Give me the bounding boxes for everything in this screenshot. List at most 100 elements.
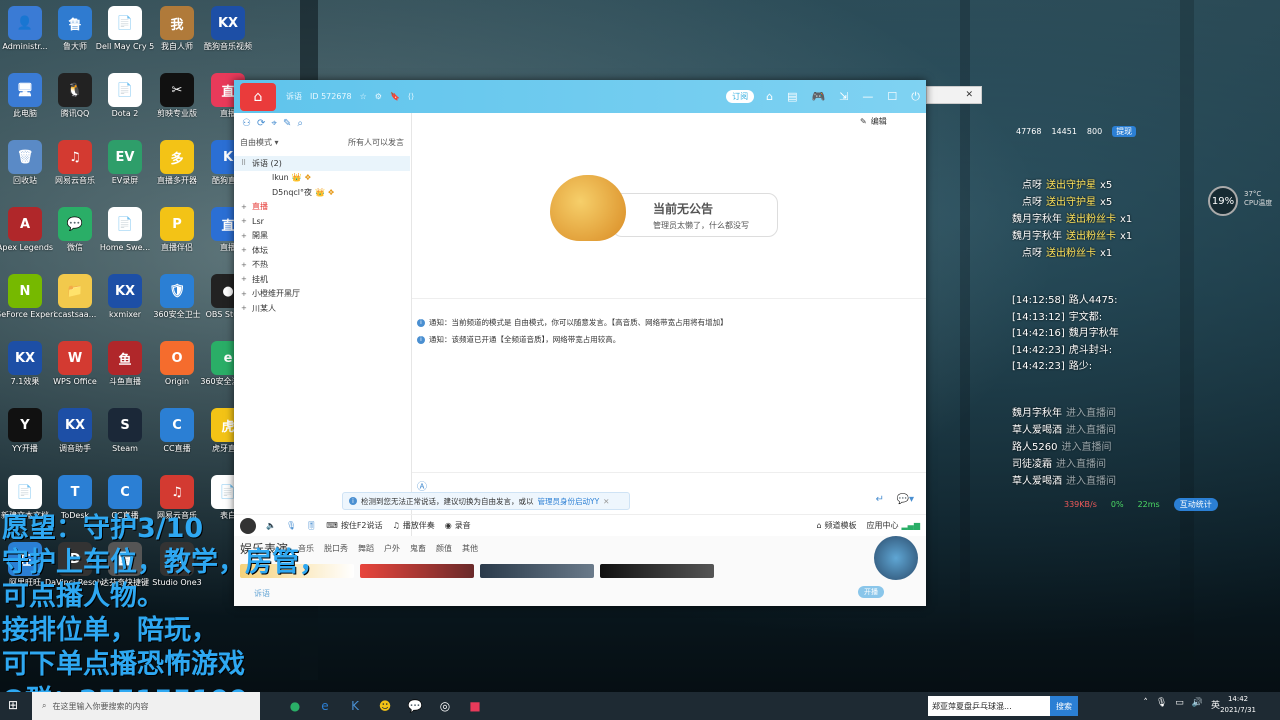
send-icon[interactable]: ↵ [876,494,884,505]
channel-tree-item[interactable]: + 開黑 [234,229,410,244]
minimize-icon[interactable]: — [862,90,873,104]
background-window-stub[interactable]: ✕ [926,86,982,104]
network-bar: 339KB/s 0% 22ms 互动统计 [1064,498,1218,511]
speaker-icon[interactable]: 🔈 [266,521,276,530]
play-backing-button[interactable]: ♫ 播放伴奏 [393,520,435,531]
yy-app-icon[interactable]: ☻ [370,692,400,720]
douyu-icon[interactable]: ■ [460,692,490,720]
chat-tab-label[interactable]: 诉语 [254,588,270,599]
desktop-icon[interactable]: 📄 Dell May Cry 5 [95,6,155,72]
kx-icon[interactable]: K [340,692,370,720]
push-to-talk-button[interactable]: ⌨ 按住F2说话 [326,520,382,531]
location-icon[interactable]: ⌖ [271,118,277,129]
app-center-button[interactable]: 应用中心 ▂▄▆ [867,520,920,531]
refresh-icon[interactable]: ⟳ [257,118,265,129]
font-icon[interactable]: Ⓐ [417,478,427,493]
mic-icon[interactable]: 🎙 [286,521,296,530]
expand-icon[interactable]: ⠿ [241,159,246,167]
desktop-icon[interactable]: EV EV录屏 [95,140,155,206]
search-icon[interactable]: ⌕ [297,118,303,129]
obs-icon[interactable]: ◎ [430,692,460,720]
channel-tree-item[interactable]: lkun 👑 ❖ [234,171,410,186]
collapse-icon[interactable]: ⇲ [839,90,848,104]
category-tab[interactable]: 鬼畜 [410,543,426,554]
desktop-icon[interactable]: 鱼斗鱼直播 [95,341,155,407]
channel-template-button[interactable]: ⌂ 频道模板 [816,520,856,531]
app-icon: 📁 [58,274,92,308]
withdraw-button[interactable]: 提现 [1112,126,1137,137]
interaction-stats-button[interactable]: 互动统计 [1173,498,1218,511]
edit-announcement[interactable]: ✎ 编辑 [860,116,887,127]
members-icon[interactable]: ⚇ [242,118,251,129]
mixer-icon[interactable]: 🎚 [306,521,316,530]
expand-icon[interactable]: + [241,275,247,283]
news-search-button[interactable]: 搜索 [1050,696,1078,716]
chat-more-icon[interactable]: 💬▾ [897,494,914,505]
notice-text: 通知：该频道已开通【全频道音质】，网络带宽占用较高。 [429,335,621,344]
desktop-icon[interactable]: S Steam [95,408,155,474]
expand-icon[interactable]: + [241,261,247,269]
taskbar-search[interactable]: ⌕ 在这里输入你要搜索的内容 [32,692,260,720]
title-meta-item[interactable]: ⚙ [375,92,382,101]
chevron-up-icon[interactable]: ˄ [1143,698,1148,711]
ime-label[interactable]: 英 [1211,698,1220,711]
subscribe-pill[interactable]: 订阅 [726,90,755,103]
thumbnail[interactable] [480,564,594,578]
channel-tree-item[interactable]: + 直播 [234,200,410,215]
category-tab[interactable]: 舞蹈 [358,543,374,554]
channel-tree-item[interactable]: + 不热 [234,258,410,273]
thumbnail[interactable] [360,564,474,578]
desktop-icon[interactable]: KX kxmixer [95,274,155,340]
expand-icon[interactable]: + [241,217,247,225]
channel-tree-item[interactable]: + 川某人 [234,301,410,316]
title-meta-item[interactable]: ☆ [360,92,367,101]
edit-icon[interactable]: ✎ [283,118,291,129]
expand-icon[interactable]: + [241,290,247,298]
power-icon[interactable]: ⏻ [911,90,920,104]
open-broadcast-button[interactable]: 开播 [858,586,884,598]
channel-tree-item[interactable]: + 挂机 [234,272,410,287]
taskbar-clock[interactable]: 14:42 2021/7/31 [1220,694,1256,716]
channel-tree-item[interactable]: + Lsr [234,214,410,229]
desktop-icon[interactable]: 📄 Dota 2 [95,73,155,139]
home-icon[interactable]: ⌂ [766,90,773,104]
record-button[interactable]: ◉ 录音 [445,520,471,531]
wechat-icon[interactable]: 💬 [400,692,430,720]
network-icon[interactable]: ▭ [1175,698,1184,711]
thumbnail[interactable] [600,564,714,578]
mode-dropdown[interactable]: 自由模式 ▾ [240,137,279,148]
window-titlebar[interactable]: ⌂ 诉语 ID 572678 ☆ ⚙ 🔖 ⟨⟩ 订阅 ⌂ ▤ 🎮 ⇲ — ☐ ⏻ [234,80,926,113]
windows-start-icon[interactable]: ⊞ [8,698,18,712]
category-tab[interactable]: 脱口秀 [324,543,348,554]
dragon-emblem-icon[interactable] [874,536,918,580]
close-icon[interactable]: ✕ [603,497,609,506]
channel-home-icon[interactable]: ⌂ [240,82,276,111]
category-tab[interactable]: 颜值 [436,543,452,554]
title-meta-item[interactable]: 🔖 [390,92,400,101]
avatar[interactable] [240,517,256,534]
news-widget[interactable]: 郑亚萍夏盘乒乓球混... 搜索 [928,696,1078,716]
list-icon[interactable]: ▤ [787,90,797,104]
expand-icon[interactable]: + [241,203,247,211]
expand-icon[interactable]: + [241,232,247,240]
expand-icon[interactable]: + [241,304,247,312]
browser-360-icon[interactable]: ● [280,692,310,720]
maximize-icon[interactable]: ☐ [887,90,897,104]
admin-launch-link[interactable]: 管理员身份启动YY [538,496,600,507]
app-icon: 鱼 [108,341,142,375]
desktop-icon[interactable]: KX 酷狗音乐视频 [198,6,258,72]
channel-tree-item[interactable]: ⠿ 诉语 (2) [234,156,410,171]
category-tab[interactable]: 其他 [462,543,478,554]
edge-icon[interactable]: e [310,692,340,720]
category-tab[interactable]: 户外 [384,543,400,554]
desktop-icon[interactable]: 📄 Home Swe... [95,207,155,273]
mic-icon[interactable]: 🎙 [1156,698,1167,711]
title-meta-item[interactable]: ⟨⟩ [408,92,414,101]
channel-tree-item[interactable]: + 小橙维开黑厅 [234,287,410,302]
channel-tree-item[interactable]: D5nqcl°夜 👑 ❖ [234,185,410,200]
channel-tree-item[interactable]: + 体坛 [234,243,410,258]
gamepad-icon[interactable]: 🎮 [812,90,826,104]
expand-icon[interactable]: + [241,246,247,254]
gift-user: 魏月字秋年 [1012,231,1062,242]
volume-icon[interactable]: 🔊 [1192,698,1203,711]
